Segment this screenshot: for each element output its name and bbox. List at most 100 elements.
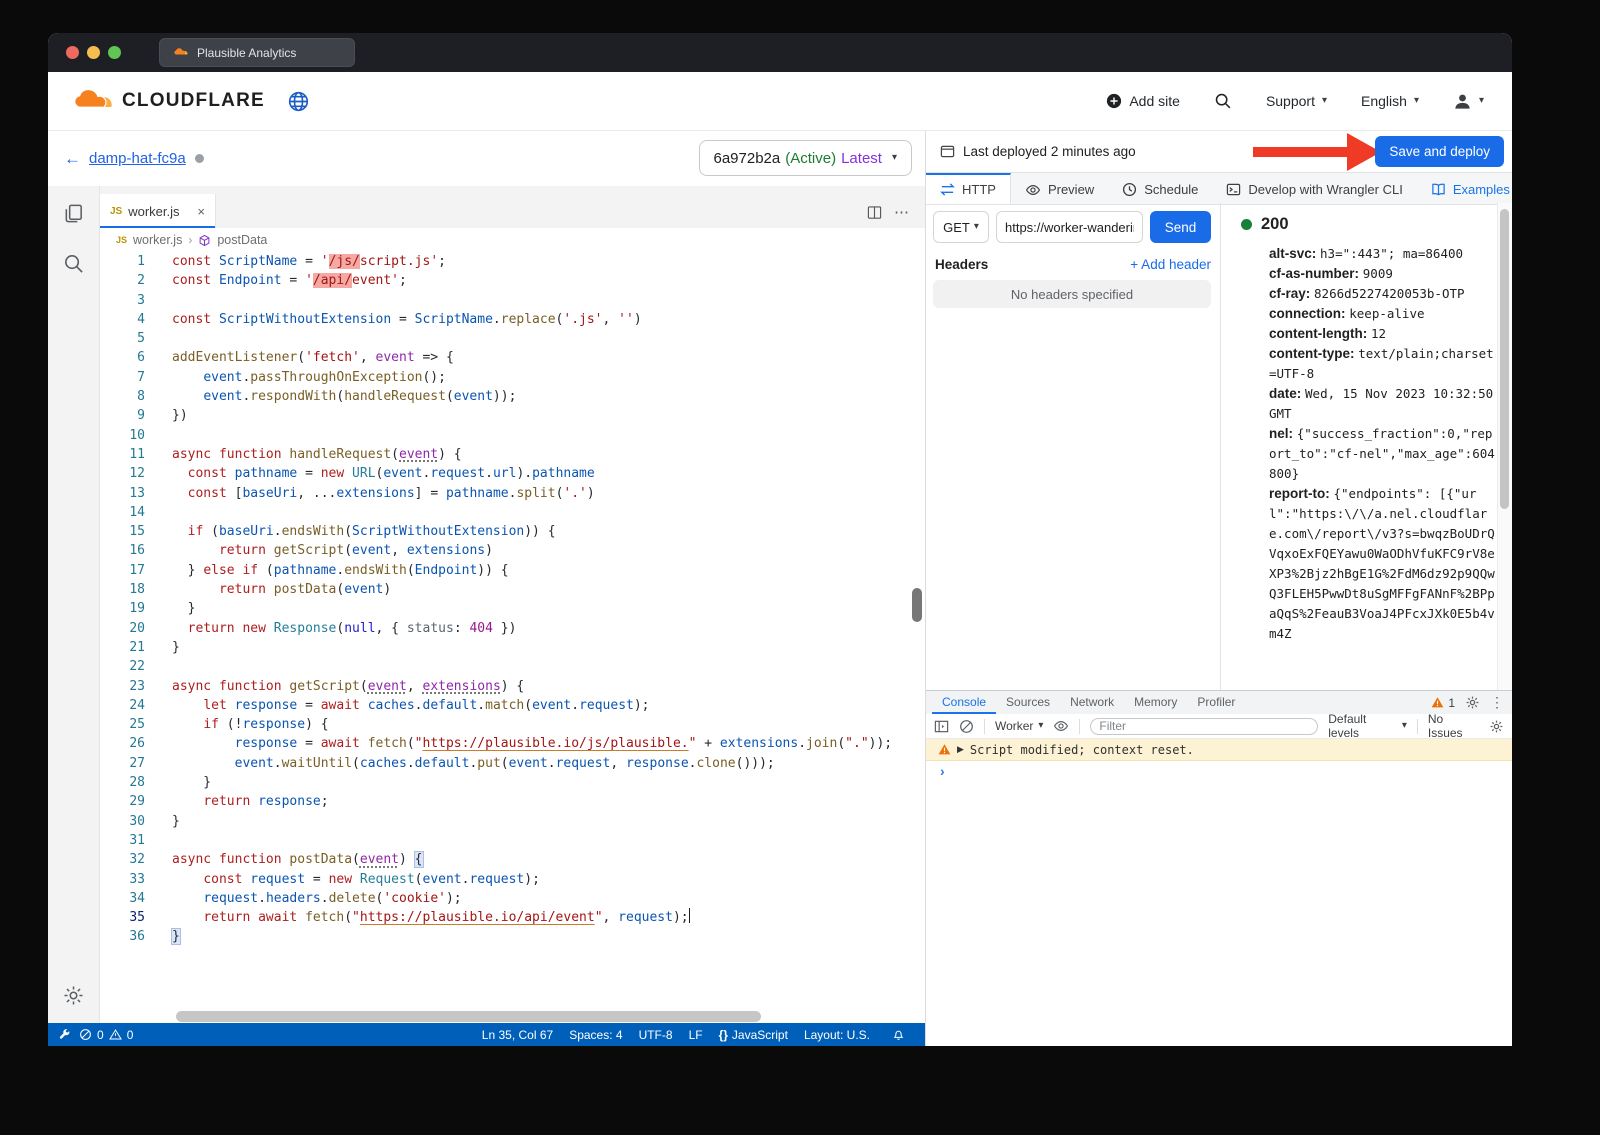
code-line[interactable]: 15 if (baseUri.endsWith(ScriptWithoutExt… bbox=[100, 522, 908, 541]
split-editor-icon[interactable] bbox=[867, 205, 882, 220]
maximize-window-button[interactable] bbox=[108, 46, 121, 59]
code-line[interactable]: 31 bbox=[100, 831, 908, 850]
request-url-input[interactable] bbox=[996, 211, 1143, 243]
code-line[interactable]: 1const ScriptName = '/js/script.js'; bbox=[100, 252, 908, 271]
version-select[interactable]: 6a972b2a (Active) Latest ▾ bbox=[699, 140, 913, 176]
code-line[interactable]: 30} bbox=[100, 812, 908, 831]
status-item[interactable]: Spaces: 4 bbox=[569, 1028, 622, 1042]
tab-examples[interactable]: Examples bbox=[1417, 173, 1512, 204]
code-line[interactable]: 9}) bbox=[100, 406, 908, 425]
code-line[interactable]: 11async function handleRequest(event) { bbox=[100, 445, 908, 464]
devtools-tab-memory[interactable]: Memory bbox=[1124, 691, 1187, 714]
code-line[interactable]: 6addEventListener('fetch', event => { bbox=[100, 348, 908, 367]
account-menu[interactable]: ▾ bbox=[1453, 92, 1484, 111]
code-line[interactable]: 20 return new Response(null, { status: 4… bbox=[100, 619, 908, 638]
devtools-tab-network[interactable]: Network bbox=[1060, 691, 1124, 714]
code-line[interactable]: 24 let response = await caches.default.m… bbox=[100, 696, 908, 715]
code-line[interactable]: 29 return response; bbox=[100, 792, 908, 811]
status-item[interactable]: Ln 35, Col 67 bbox=[482, 1028, 553, 1042]
log-levels-select[interactable]: Default levels ▾ bbox=[1328, 712, 1407, 740]
send-button[interactable]: Send bbox=[1150, 211, 1211, 243]
search-sidebar-icon[interactable] bbox=[62, 252, 85, 275]
editor-breadcrumb[interactable]: JS worker.js › postData bbox=[100, 228, 925, 252]
method-select[interactable]: GET ▾ bbox=[933, 211, 989, 243]
console-settings-icon[interactable] bbox=[1489, 719, 1504, 734]
code-line[interactable]: 7 event.passThroughOnException(); bbox=[100, 368, 908, 387]
tab-schedule[interactable]: Schedule bbox=[1108, 173, 1212, 204]
code-area[interactable]: 1const ScriptName = '/js/script.js';2con… bbox=[100, 252, 908, 1010]
code-line[interactable]: 8 event.respondWith(handleRequest(event)… bbox=[100, 387, 908, 406]
code-line[interactable]: 17 } else if (pathname.endsWith(Endpoint… bbox=[100, 561, 908, 580]
tab-worker-js[interactable]: JS worker.js × bbox=[100, 194, 216, 228]
code-line[interactable]: 27 event.waitUntil(caches.default.put(ev… bbox=[100, 754, 908, 773]
code-line[interactable]: 21} bbox=[100, 638, 908, 657]
browser-tab[interactable]: Plausible Analytics bbox=[159, 38, 355, 67]
code-line[interactable]: 36} bbox=[100, 927, 908, 946]
code-line[interactable]: 12 const pathname = new URL(event.reques… bbox=[100, 464, 908, 483]
code-line[interactable]: 26 response = await fetch("https://plaus… bbox=[100, 734, 908, 753]
clear-console-icon[interactable] bbox=[959, 719, 974, 734]
code-line[interactable]: 35 return await fetch("https://plausible… bbox=[100, 908, 908, 927]
notifications-bell-icon[interactable] bbox=[892, 1028, 905, 1041]
status-item[interactable]: {}JavaScript bbox=[719, 1028, 788, 1042]
context-select[interactable]: Worker ▾ bbox=[995, 719, 1043, 733]
language-menu[interactable]: English ▾ bbox=[1361, 93, 1419, 109]
close-window-button[interactable] bbox=[66, 46, 79, 59]
add-header-link[interactable]: + Add header bbox=[1130, 257, 1211, 272]
code-line[interactable]: 2const Endpoint = '/api/event'; bbox=[100, 271, 908, 290]
more-actions-icon[interactable]: ⋯ bbox=[894, 205, 909, 220]
editor-horizontal-scrollbar[interactable] bbox=[176, 1011, 761, 1022]
console-filter-input[interactable] bbox=[1090, 718, 1318, 735]
status-item[interactable]: Layout: U.S. bbox=[804, 1028, 870, 1042]
breadcrumb-file[interactable]: worker.js bbox=[133, 233, 182, 247]
back-link[interactable]: ← damp-hat-fc9a bbox=[64, 149, 186, 169]
code-line[interactable]: 14 bbox=[100, 503, 908, 522]
explorer-icon[interactable] bbox=[62, 202, 85, 225]
settings-gear-icon[interactable] bbox=[62, 984, 85, 1007]
problems-indicator[interactable]: 0 0 bbox=[79, 1028, 133, 1042]
save-and-deploy-button[interactable]: Save and deploy bbox=[1375, 136, 1504, 167]
code-line[interactable]: 10 bbox=[100, 426, 908, 445]
devtools-tab-sources[interactable]: Sources bbox=[996, 691, 1060, 714]
search-button[interactable] bbox=[1214, 92, 1232, 110]
wrench-icon[interactable] bbox=[58, 1028, 71, 1041]
code-line[interactable]: 34 request.headers.delete('cookie'); bbox=[100, 889, 908, 908]
code-line[interactable]: 28 } bbox=[100, 773, 908, 792]
devtools-tab-profiler[interactable]: Profiler bbox=[1187, 691, 1245, 714]
add-site-button[interactable]: Add site bbox=[1106, 93, 1180, 109]
console-prompt[interactable]: › bbox=[926, 761, 1512, 778]
tab-http[interactable]: HTTP bbox=[926, 173, 1011, 204]
close-tab-icon[interactable]: × bbox=[197, 204, 205, 219]
status-item[interactable]: LF bbox=[689, 1028, 703, 1042]
code-line[interactable]: 13 const [baseUri, ...extensions] = path… bbox=[100, 484, 908, 503]
response-scrollbar[interactable] bbox=[1497, 203, 1512, 690]
code-line[interactable]: 23async function getScript(event, extens… bbox=[100, 677, 908, 696]
code-line[interactable]: 16 return getScript(event, extensions) bbox=[100, 541, 908, 560]
console-sidebar-icon[interactable] bbox=[934, 719, 949, 734]
minimize-window-button[interactable] bbox=[87, 46, 100, 59]
globe-icon[interactable] bbox=[287, 90, 310, 113]
issues-link[interactable]: No Issues bbox=[1428, 712, 1479, 740]
code-line[interactable]: 5 bbox=[100, 329, 908, 348]
devtools-menu-icon[interactable]: ⋮ bbox=[1490, 694, 1504, 711]
support-menu[interactable]: Support ▾ bbox=[1266, 93, 1327, 109]
live-expression-icon[interactable] bbox=[1053, 718, 1069, 734]
breadcrumb-symbol[interactable]: postData bbox=[217, 233, 267, 247]
devtools-warning-count[interactable]: 1 bbox=[1431, 696, 1455, 710]
tab-develop-with-wrangler-cli[interactable]: Develop with Wrangler CLI bbox=[1212, 173, 1416, 204]
code-line[interactable]: 33 const request = new Request(event.req… bbox=[100, 870, 908, 889]
editor-vertical-scrollbar[interactable] bbox=[912, 588, 922, 622]
status-item[interactable]: UTF-8 bbox=[639, 1028, 673, 1042]
tab-preview[interactable]: Preview bbox=[1011, 173, 1108, 204]
code-line[interactable]: 32async function postData(event) { bbox=[100, 850, 908, 869]
code-line[interactable]: 18 return postData(event) bbox=[100, 580, 908, 599]
expand-icon[interactable]: ▶ bbox=[957, 744, 964, 755]
code-line[interactable]: 4const ScriptWithoutExtension = ScriptNa… bbox=[100, 310, 908, 329]
console-warning-row[interactable]: ▶ Script modified; context reset. bbox=[926, 739, 1512, 761]
code-line[interactable]: 3 bbox=[100, 291, 908, 310]
code-line[interactable]: 19 } bbox=[100, 599, 908, 618]
devtools-settings-icon[interactable] bbox=[1465, 695, 1480, 710]
code-line[interactable]: 25 if (!response) { bbox=[100, 715, 908, 734]
devtools-tab-console[interactable]: Console bbox=[932, 691, 996, 714]
code-line[interactable]: 22 bbox=[100, 657, 908, 676]
